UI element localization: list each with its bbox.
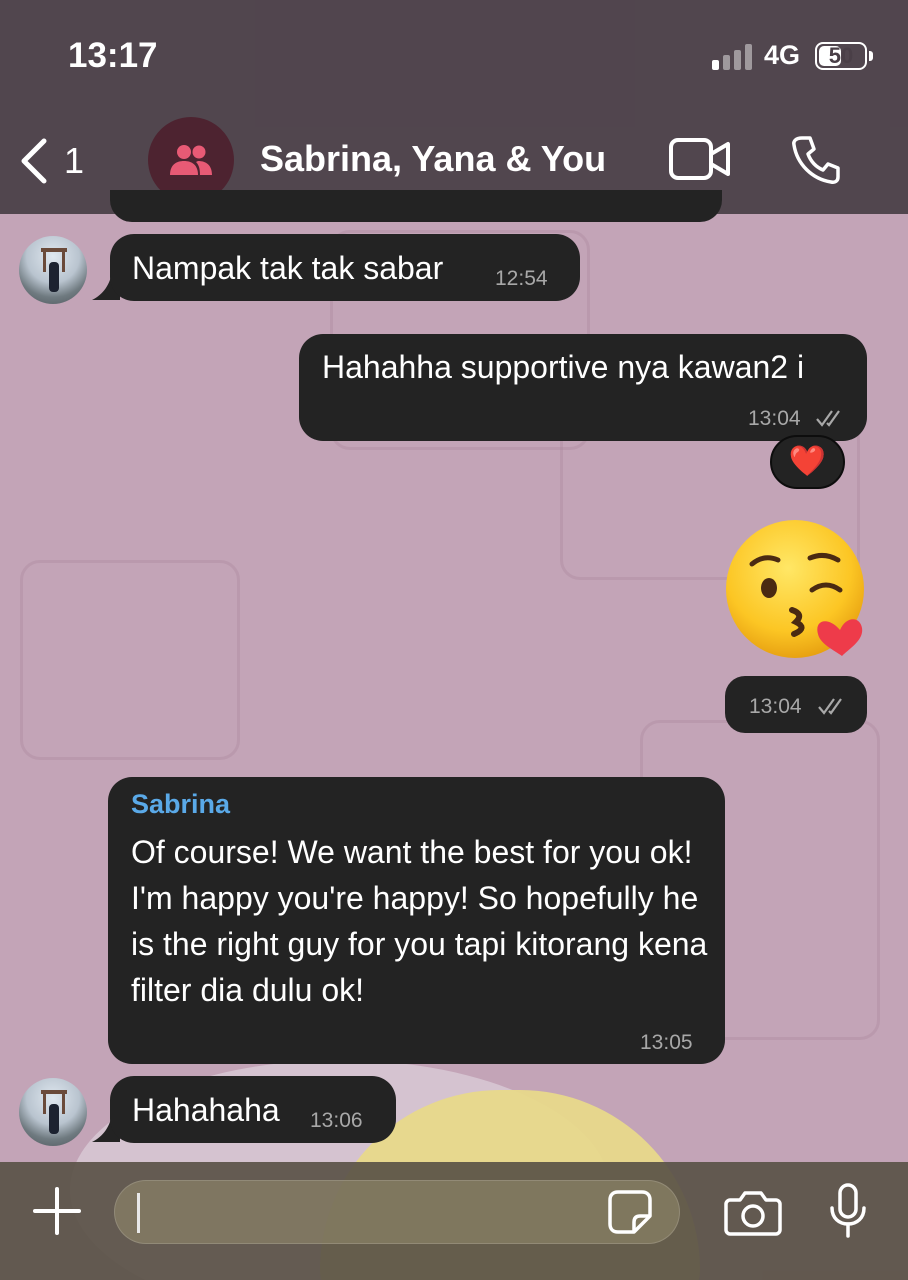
attach-button[interactable] xyxy=(30,1184,84,1238)
camera-icon xyxy=(724,1191,782,1236)
message-time: 12:54 xyxy=(495,267,548,290)
chevron-left-icon xyxy=(21,138,47,184)
battery-level: 50 xyxy=(828,43,854,68)
chat-header xyxy=(0,0,908,214)
reaction-badge[interactable]: ❤️ xyxy=(770,435,845,489)
message-incoming[interactable]: Sabrina Of course! We want the best for … xyxy=(108,777,725,1064)
video-camera-icon xyxy=(669,138,730,180)
sticker-button[interactable] xyxy=(606,1188,654,1236)
sender-avatar[interactable] xyxy=(19,236,87,304)
read-double-check-icon xyxy=(816,410,840,427)
reaction-heart: ❤️ xyxy=(788,445,827,478)
message-text: Hahahaha xyxy=(132,1092,280,1128)
video-call-button[interactable] xyxy=(668,136,732,182)
sender-name[interactable]: Sabrina xyxy=(131,789,230,820)
message-time: 13:04 xyxy=(748,407,801,430)
message-text: Nampak tak tak sabar xyxy=(132,250,444,286)
microphone-icon xyxy=(830,1183,866,1238)
sender-avatar[interactable] xyxy=(19,1078,87,1146)
signal-icon xyxy=(712,44,754,70)
message-input-field[interactable] xyxy=(114,1180,680,1244)
microphone-button[interactable] xyxy=(828,1182,868,1240)
phone-icon xyxy=(792,136,840,184)
battery-icon: 50 xyxy=(815,42,867,70)
message-time: 13:04 xyxy=(749,695,802,718)
status-time: 13:17 xyxy=(68,36,158,75)
emoji-message-timestamp: 13:04 xyxy=(725,676,867,733)
chat-title[interactable]: Sabrina, Yana & You xyxy=(260,138,606,180)
camera-button[interactable] xyxy=(724,1188,782,1236)
message-input[interactable] xyxy=(137,1189,597,1235)
message-time: 13:05 xyxy=(640,1031,693,1054)
unread-count: 1 xyxy=(64,140,85,181)
read-double-check-icon xyxy=(818,698,842,715)
voice-call-button[interactable] xyxy=(790,134,842,186)
message-bubble-partial xyxy=(110,190,722,222)
message-incoming[interactable]: Nampak tak tak sabar 12:54 xyxy=(110,234,580,301)
emoji-message[interactable] xyxy=(724,518,870,664)
battery-tip xyxy=(869,51,873,61)
group-icon xyxy=(170,145,212,175)
kissing-face-emoji-icon xyxy=(726,520,864,658)
message-incoming[interactable]: Hahahaha 13:06 xyxy=(110,1076,396,1143)
sticker-icon xyxy=(608,1190,652,1234)
message-outgoing[interactable]: Hahahha supportive nya kawan2 i 13:04 xyxy=(299,334,867,441)
message-time: 13:06 xyxy=(310,1109,363,1132)
message-text: Of course! We want the best for you ok! … xyxy=(131,834,708,1008)
message-text: Hahahha supportive nya kawan2 i xyxy=(322,349,805,385)
plus-icon xyxy=(33,1187,81,1235)
back-button[interactable]: 1 xyxy=(18,135,98,187)
network-type: 4G xyxy=(764,40,801,70)
